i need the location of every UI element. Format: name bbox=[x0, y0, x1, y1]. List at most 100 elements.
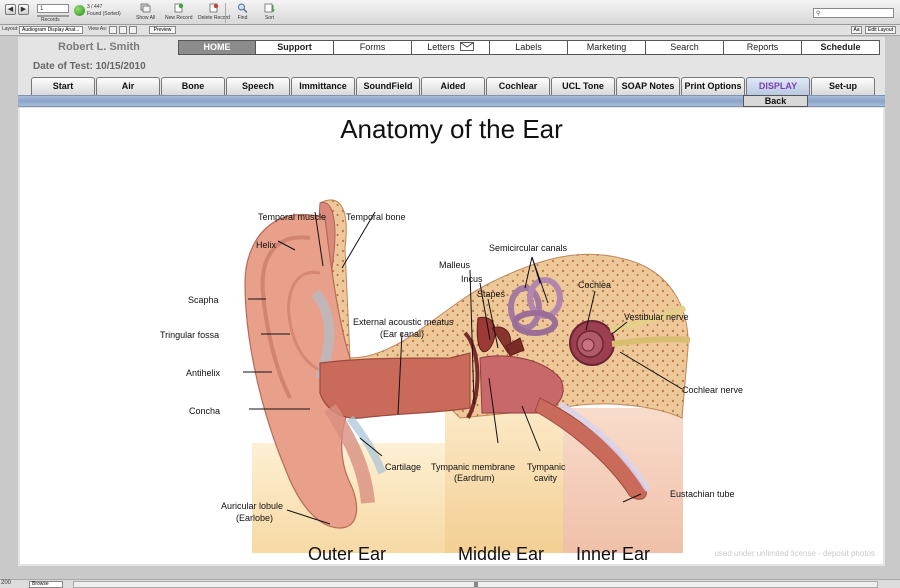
label-auricular-lobule-2: (Earlobe) bbox=[236, 513, 273, 523]
tab-aided[interactable]: Aided bbox=[421, 77, 485, 95]
find-icon bbox=[238, 3, 248, 13]
ear-anatomy-panel: Temporal muscle Temporal bone Helix Semi… bbox=[20, 108, 883, 564]
ear-anatomy-diagram: Temporal muscle Temporal bone Helix Semi… bbox=[160, 199, 743, 564]
view-as-table-button[interactable] bbox=[129, 26, 137, 34]
tab-bone-label: Bone bbox=[181, 81, 205, 91]
label-external-meatus-2: (Ear canal) bbox=[380, 329, 424, 339]
tab-bone[interactable]: Bone bbox=[161, 77, 225, 95]
nav-search[interactable]: Search bbox=[646, 40, 724, 55]
label-cochlea: Cochlea bbox=[578, 280, 611, 290]
tab-display[interactable]: DISPLAY bbox=[746, 77, 810, 95]
label-concha: Concha bbox=[189, 406, 220, 416]
section-outer-ear: Outer Ear bbox=[308, 544, 386, 564]
primary-nav: HOME Support Forms Letters Labels Market… bbox=[178, 40, 880, 55]
status-toolbar: ◀ ▶ 1 Records 3 / 447 Found (Sorted) Sho… bbox=[0, 0, 900, 25]
label-antihelix: Antihelix bbox=[186, 368, 221, 378]
records-label: Records bbox=[41, 17, 60, 23]
nav-marketing[interactable]: Marketing bbox=[568, 40, 646, 55]
tab-immittance[interactable]: Immittance bbox=[291, 77, 355, 95]
label-helix: Helix bbox=[256, 240, 277, 250]
new-record-label: New Record bbox=[165, 15, 193, 21]
tab-soundfield[interactable]: SoundField bbox=[356, 77, 420, 95]
tab-ucl-tone-label: UCL Tone bbox=[562, 81, 604, 91]
layout-select[interactable]: Audiogram Display Anat... bbox=[19, 26, 83, 34]
previous-record-button[interactable]: ◀ bbox=[5, 4, 16, 15]
tab-aided-label: Aided bbox=[440, 81, 466, 91]
label-auricular-lobule-1: Auricular lobule bbox=[221, 501, 283, 511]
tab-ucl-tone[interactable]: UCL Tone bbox=[551, 77, 615, 95]
horizontal-scrollbar[interactable] bbox=[73, 581, 878, 588]
section-inner-ear: Inner Ear bbox=[576, 544, 650, 564]
back-button[interactable]: Back bbox=[743, 95, 808, 107]
tab-air[interactable]: Air bbox=[96, 77, 160, 95]
scrollbar-thumb[interactable] bbox=[474, 582, 478, 587]
show-all-button[interactable]: Show All bbox=[136, 3, 155, 21]
layout-bar: Layout: Audiogram Display Anat... View A… bbox=[0, 25, 900, 36]
view-as-label: View As: bbox=[88, 26, 108, 32]
tab-soap-notes[interactable]: SOAP Notes bbox=[616, 77, 680, 95]
bottom-status-bar: 200 Browse bbox=[0, 579, 900, 588]
label-eustachian-tube: Eustachian tube bbox=[670, 489, 735, 499]
mode-select[interactable]: Browse bbox=[29, 581, 63, 588]
sort-button[interactable]: Sort bbox=[264, 3, 275, 21]
find-button[interactable]: Find bbox=[237, 3, 248, 21]
tab-cochlear[interactable]: Cochlear bbox=[486, 77, 550, 95]
view-as-list-button[interactable] bbox=[119, 26, 127, 34]
label-tympanic-membrane-2: (Eardrum) bbox=[454, 473, 495, 483]
nav-reports-label: Reports bbox=[746, 42, 779, 52]
text-formatting-button[interactable]: Aa bbox=[851, 26, 862, 34]
tab-cochlear-label: Cochlear bbox=[498, 81, 538, 91]
tab-print-options-label: Print Options bbox=[684, 81, 742, 91]
record-number-input[interactable]: 1 bbox=[37, 4, 69, 13]
tab-set-up-label: Set-up bbox=[829, 81, 857, 91]
show-all-label: Show All bbox=[136, 15, 156, 21]
layout-content: Robert L. Smith Date of Test: 10/15/2010… bbox=[18, 37, 885, 566]
record-count: 3 / 447 bbox=[87, 4, 103, 10]
tab-start[interactable]: Start bbox=[31, 77, 95, 95]
next-record-button[interactable]: ▶ bbox=[18, 4, 29, 15]
preview-button[interactable]: Preview bbox=[149, 26, 176, 34]
patient-name: Robert L. Smith bbox=[58, 41, 140, 53]
tab-set-up[interactable]: Set-up bbox=[811, 77, 875, 95]
label-temporal-muscle: Temporal muscle bbox=[258, 212, 326, 222]
nav-schedule[interactable]: Schedule bbox=[802, 40, 880, 55]
layout-label: Layout: bbox=[2, 26, 19, 32]
search-icon: ⚲ bbox=[816, 11, 821, 17]
view-as-form-button[interactable] bbox=[109, 26, 117, 34]
label-tympanic-cavity-2: cavity bbox=[534, 473, 558, 483]
label-stapes: Stapes bbox=[477, 289, 506, 299]
label-tympanic-membrane-1: Tympanic membrane bbox=[431, 462, 515, 472]
new-record-button[interactable]: New Record bbox=[165, 3, 193, 21]
label-malleus: Malleus bbox=[439, 260, 471, 270]
edit-layout-button[interactable]: Edit Layout bbox=[865, 26, 896, 34]
nav-search-label: Search bbox=[670, 42, 699, 52]
quick-find-input[interactable]: ⚲ bbox=[813, 8, 894, 18]
label-tringular-fossa: Tringular fossa bbox=[160, 330, 219, 340]
secondary-tabs: Start Air Bone Speech Immittance SoundFi… bbox=[31, 77, 876, 95]
filemaker-window: ◀ ▶ 1 Records 3 / 447 Found (Sorted) Sho… bbox=[0, 0, 900, 588]
envelope-icon bbox=[459, 42, 474, 51]
nav-home[interactable]: HOME bbox=[178, 40, 256, 55]
nav-reports[interactable]: Reports bbox=[724, 40, 802, 55]
section-middle-ear: Middle Ear bbox=[458, 544, 544, 564]
label-temporal-bone: Temporal bone bbox=[346, 212, 406, 222]
toolbar-divider bbox=[225, 3, 226, 23]
nav-forms-label: Forms bbox=[359, 42, 386, 52]
nav-schedule-label: Schedule bbox=[820, 42, 861, 52]
nav-labels[interactable]: Labels bbox=[490, 40, 568, 55]
nav-letters[interactable]: Letters bbox=[412, 40, 490, 55]
zoom-level[interactable]: 200 bbox=[1, 580, 11, 586]
find-label: Find bbox=[237, 15, 248, 21]
tab-start-label: Start bbox=[52, 81, 74, 91]
nav-home-label: HOME bbox=[203, 42, 231, 52]
nav-forms[interactable]: Forms bbox=[334, 40, 412, 55]
tab-print-options[interactable]: Print Options bbox=[681, 77, 745, 95]
label-tympanic-cavity-1: Tympanic bbox=[527, 462, 566, 472]
nav-letters-label: Letters bbox=[427, 42, 455, 52]
diagram-title: Anatomy of the Ear bbox=[340, 114, 563, 144]
nav-support[interactable]: Support bbox=[256, 40, 334, 55]
label-external-meatus-1: External acoustic meatus bbox=[353, 317, 454, 327]
tab-speech[interactable]: Speech bbox=[226, 77, 290, 95]
nav-support-label: Support bbox=[277, 42, 312, 52]
tab-immittance-label: Immittance bbox=[299, 81, 347, 91]
